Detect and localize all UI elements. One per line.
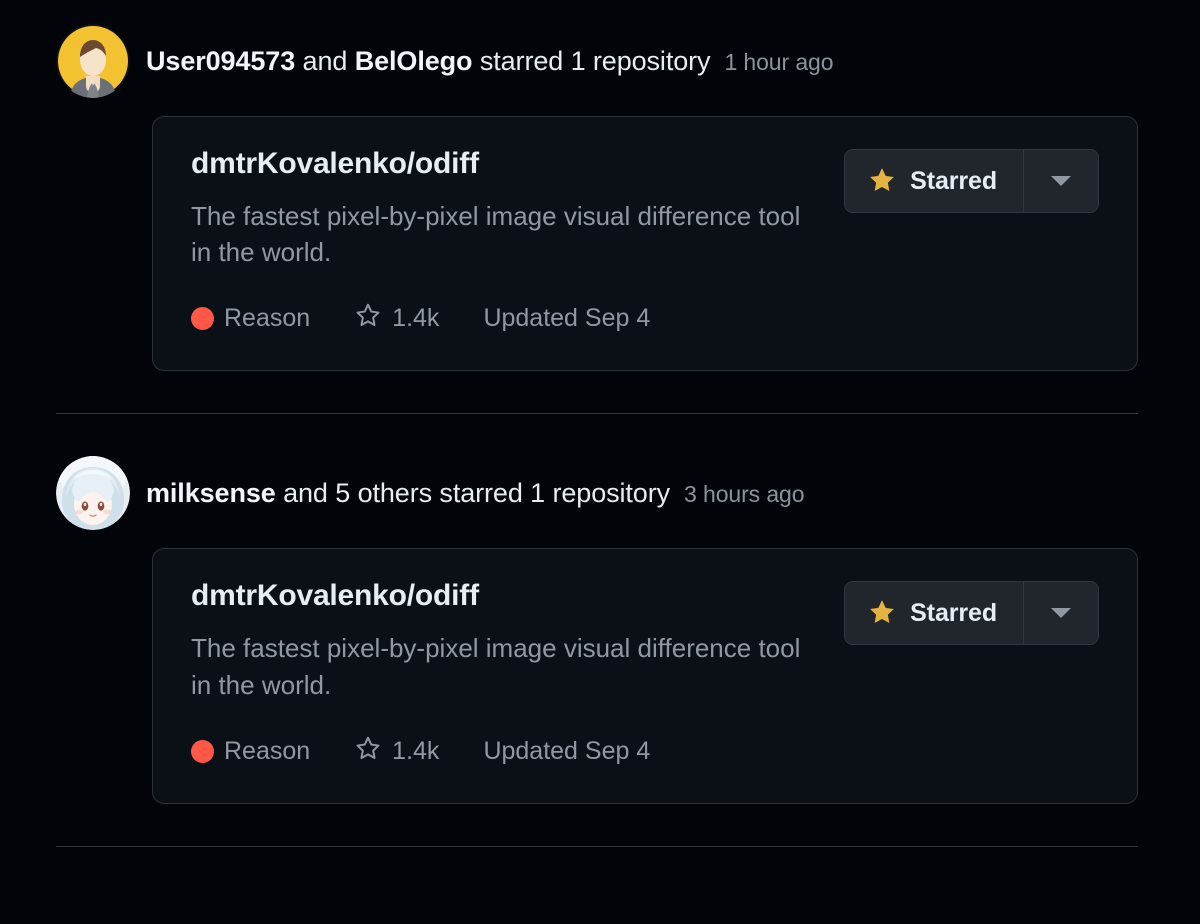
header-action: starred 1 repository bbox=[472, 45, 711, 76]
language-meta: Reason bbox=[191, 737, 310, 766]
timestamp: 1 hour ago bbox=[724, 48, 834, 75]
updated-date: Updated Sep 4 bbox=[483, 736, 651, 765]
repository-name-link[interactable]: dmtrKovalenko/odiff bbox=[191, 579, 801, 614]
star-count: 1.4k bbox=[392, 304, 440, 333]
feed-item-header-text: milksense and 5 others starred 1 reposit… bbox=[146, 477, 805, 509]
top-spacer bbox=[0, 0, 1200, 24]
actor-primary[interactable]: milksense bbox=[146, 478, 276, 508]
timestamp: 3 hours ago bbox=[684, 481, 805, 508]
activity-feed: User094573 and BelOlego starred 1 reposi… bbox=[0, 0, 1200, 924]
starred-button-label: Starred bbox=[910, 166, 997, 195]
repository-meta-row: Reason 1.4k Updated Sep 4 bbox=[191, 301, 1099, 336]
header-connector: and bbox=[295, 45, 355, 76]
star-button-group: Starred bbox=[844, 149, 1099, 213]
feed-gap bbox=[0, 414, 1200, 456]
star-filled-icon bbox=[867, 165, 897, 198]
actor-secondary[interactable]: 5 others bbox=[335, 478, 432, 508]
updated-meta: Updated Sep 4 bbox=[483, 737, 650, 766]
card-bottom-gap bbox=[0, 371, 1200, 413]
actor-primary[interactable]: User094573 bbox=[146, 46, 295, 76]
feed-item: User094573 and BelOlego starred 1 reposi… bbox=[0, 24, 1200, 372]
repository-card[interactable]: dmtrKovalenko/odiff The fastest pixel-by… bbox=[152, 548, 1138, 804]
actor-secondary[interactable]: BelOlego bbox=[355, 46, 473, 76]
repository-meta-row: Reason 1.4k Updated Sep 4 bbox=[191, 734, 1099, 769]
card-top-row: dmtrKovalenko/odiff The fastest pixel-by… bbox=[191, 579, 1099, 703]
feed-divider-bottom bbox=[56, 845, 1138, 847]
card-left-column: dmtrKovalenko/odiff The fastest pixel-by… bbox=[191, 147, 801, 271]
header-action: starred 1 repository bbox=[432, 478, 671, 509]
feed-item-header-text: User094573 and BelOlego starred 1 reposi… bbox=[146, 45, 834, 77]
language-color-dot bbox=[191, 739, 214, 763]
card-left-column: dmtrKovalenko/odiff The fastest pixel-by… bbox=[191, 579, 801, 703]
starred-button[interactable]: Starred bbox=[845, 150, 1023, 212]
star-filled-icon bbox=[867, 597, 897, 630]
updated-date: Updated Sep 4 bbox=[483, 304, 651, 333]
header-connector: and bbox=[275, 478, 336, 509]
chevron-down-icon bbox=[1051, 176, 1071, 186]
feed-item-header: User094573 and BelOlego starred 1 reposi… bbox=[0, 24, 1200, 98]
language-color-dot bbox=[191, 307, 214, 331]
star-dropdown-button[interactable] bbox=[1024, 150, 1098, 212]
card-top-row: dmtrKovalenko/odiff The fastest pixel-by… bbox=[191, 147, 1099, 271]
chevron-down-icon bbox=[1051, 608, 1071, 619]
avatar-milksense[interactable] bbox=[56, 456, 130, 531]
star-outline-icon bbox=[354, 734, 382, 769]
starred-button-label: Starred bbox=[910, 598, 997, 627]
starred-button[interactable]: Starred bbox=[845, 582, 1023, 645]
language-name: Reason bbox=[224, 736, 311, 765]
avatar-user094573[interactable] bbox=[56, 24, 130, 98]
stars-meta[interactable]: 1.4k bbox=[354, 301, 439, 336]
stars-meta[interactable]: 1.4k bbox=[354, 734, 439, 769]
card-bottom-gap bbox=[0, 804, 1200, 846]
feed-item: milksense and 5 others starred 1 reposit… bbox=[0, 456, 1200, 804]
star-count: 1.4k bbox=[392, 736, 440, 765]
star-button-group: Starred bbox=[844, 581, 1099, 646]
repository-description: The fastest pixel-by-pixel image visual … bbox=[191, 632, 801, 700]
feed-item-header: milksense and 5 others starred 1 reposit… bbox=[0, 456, 1200, 531]
repository-description: The fastest pixel-by-pixel image visual … bbox=[191, 200, 801, 268]
language-name: Reason bbox=[224, 304, 311, 333]
star-dropdown-button[interactable] bbox=[1024, 582, 1098, 645]
star-outline-icon bbox=[354, 301, 382, 336]
repository-card[interactable]: dmtrKovalenko/odiff The fastest pixel-by… bbox=[152, 116, 1138, 372]
repository-name-link[interactable]: dmtrKovalenko/odiff bbox=[191, 147, 801, 182]
language-meta: Reason bbox=[191, 304, 310, 333]
updated-meta: Updated Sep 4 bbox=[483, 304, 650, 333]
